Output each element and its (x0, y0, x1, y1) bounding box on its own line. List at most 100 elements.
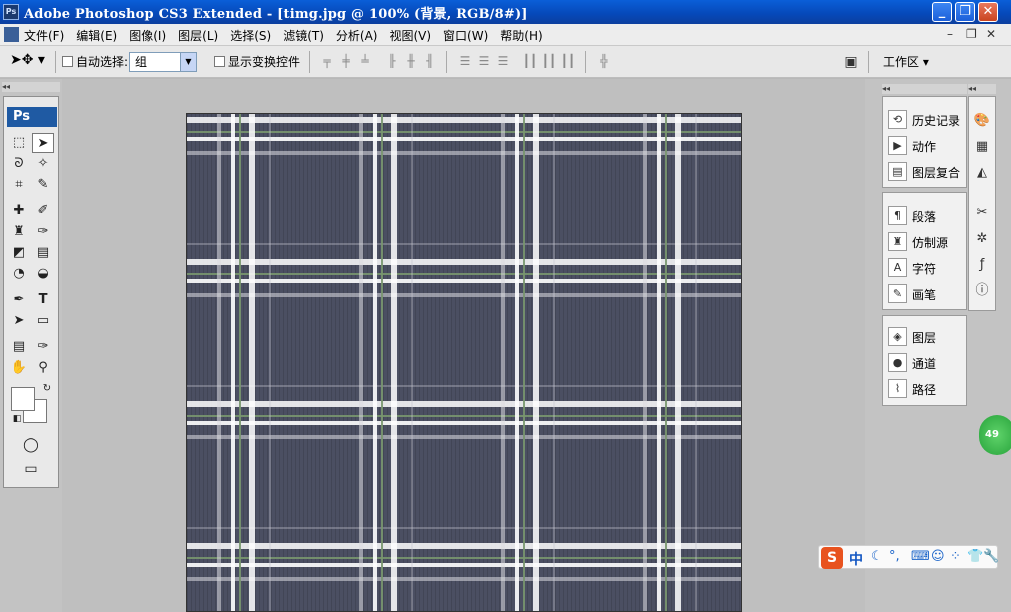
floating-badge[interactable]: 49 (979, 415, 1011, 455)
divider (446, 51, 447, 73)
menu-view[interactable]: 视图(V) (389, 27, 431, 44)
ime-mode-toggle[interactable]: 中 (849, 549, 863, 569)
shape-tool-icon[interactable]: ▭ (32, 311, 54, 331)
sogou-logo[interactable]: S (821, 547, 843, 569)
slice-tool-icon[interactable]: ✎ (32, 175, 54, 195)
collapse-iconpanel-icon[interactable]: ◂◂ (968, 84, 996, 94)
eyedropper-tool-icon[interactable]: ✑ (32, 337, 54, 357)
user-icon[interactable]: ☺ (931, 549, 945, 564)
clone-stamp-tool-icon[interactable]: ♜ (8, 222, 30, 242)
default-colors-icon[interactable]: ◧ (6, 409, 28, 429)
minimize-button[interactable]: _ (932, 2, 952, 22)
move-tool-preset-icon[interactable]: ➤✥ ▾ (10, 52, 50, 72)
app-icon: Ps (3, 4, 19, 20)
marquee-tool-icon[interactable]: ⬚ (8, 133, 30, 153)
distribute-bottom-icon[interactable]: ☰ (494, 54, 512, 70)
zoom-tool-icon[interactable]: ⚲ (32, 358, 54, 378)
collapse-panels-icon[interactable]: ◂◂ (882, 84, 967, 94)
doc-close-icon[interactable]: ✕ (986, 27, 996, 41)
align-vcenter-icon[interactable]: ╪ (337, 54, 355, 70)
auto-align-layers-icon[interactable]: ╬ (595, 54, 613, 70)
menu-image[interactable]: 图像(I) (129, 27, 166, 44)
styles-icon[interactable]: ◭ (972, 163, 992, 183)
brushes-icon: ✎ (888, 284, 907, 303)
document-icon[interactable] (4, 27, 19, 42)
foreground-color-swatch[interactable] (11, 387, 35, 411)
healing-brush-tool-icon[interactable]: ✚ (8, 201, 30, 221)
doc-restore-icon[interactable]: ❐ (966, 27, 977, 41)
lasso-tool-icon[interactable]: ᘐ (8, 154, 30, 174)
wrench-icon[interactable]: 🔧 (983, 549, 999, 564)
effects-icon[interactable]: ƒ (972, 255, 992, 275)
eraser-tool-icon[interactable]: ◩ (8, 243, 30, 263)
pen-tool-icon[interactable]: ✒ (8, 290, 30, 310)
workspace-menu[interactable]: 工作区 ▾ (883, 53, 929, 70)
panel-history[interactable]: ⟲ 历史记录 (886, 109, 966, 131)
skin-icon[interactable]: 👕 (967, 549, 983, 564)
panel-paths[interactable]: ⌇ 路径 (886, 378, 966, 400)
distribute-vcenter-icon[interactable]: ☰ (475, 54, 493, 70)
navigator-icon[interactable]: ✲ (972, 229, 992, 249)
info-icon[interactable]: ⓘ (972, 281, 992, 301)
collapsed-panel-icons: 🎨 ▦ ◭ ✂ ✲ ƒ ⓘ (968, 96, 996, 311)
panel-character[interactable]: A 字符 (886, 257, 966, 279)
crop-tool-icon[interactable]: ⌗ (8, 175, 30, 195)
screen-mode-icon[interactable]: ▭ (20, 459, 42, 479)
align-bottom-icon[interactable]: ╧ (356, 54, 374, 70)
gradient-tool-icon[interactable]: ▤ (32, 243, 54, 263)
menu-analysis[interactable]: 分析(A) (336, 27, 378, 44)
panel-paragraph[interactable]: ¶ 段落 (886, 205, 966, 227)
path-selection-tool-icon[interactable]: ➤ (8, 311, 30, 331)
history-brush-tool-icon[interactable]: ✑ (32, 222, 54, 242)
channels-icon: ● (888, 353, 907, 372)
menu-file[interactable]: 文件(F) (24, 27, 64, 44)
panel-brushes[interactable]: ✎ 画笔 (886, 283, 966, 305)
distribute-top-icon[interactable]: ☰ (456, 54, 474, 70)
color-palette-icon[interactable]: 🎨 (972, 111, 992, 131)
panel-actions[interactable]: ▶ 动作 (886, 135, 966, 157)
auto-select-checkbox[interactable] (62, 56, 73, 67)
menu-edit[interactable]: 编辑(E) (76, 27, 117, 44)
panel-layers[interactable]: ◈ 图层 (886, 326, 966, 348)
menu-filter[interactable]: 滤镜(T) (283, 27, 324, 44)
distribute-right-icon[interactable]: ┃┃ (559, 54, 577, 70)
dodge-tool-icon[interactable]: ◒ (32, 264, 54, 284)
notes-tool-icon[interactable]: ▤ (8, 337, 30, 357)
ps-logo: Ps (7, 107, 57, 127)
menu-select[interactable]: 选择(S) (230, 27, 271, 44)
panel-layer-comps[interactable]: ▤ 图层复合 (886, 161, 966, 183)
bridge-icon[interactable]: ▣ (842, 54, 860, 70)
doc-minimize-icon[interactable]: – (947, 27, 953, 41)
align-right-icon[interactable]: ╢ (421, 54, 439, 70)
auto-select-dropdown[interactable]: 组 ▼ (129, 52, 197, 72)
panel-channels[interactable]: ● 通道 (886, 352, 966, 374)
blur-tool-icon[interactable]: ◔ (8, 264, 30, 284)
magic-wand-tool-icon[interactable]: ✧ (32, 154, 54, 174)
punctuation-icon[interactable]: °, (889, 549, 900, 564)
moon-icon[interactable]: ☾ (871, 549, 883, 564)
collapse-dock-icon[interactable]: ◂◂ (2, 82, 60, 92)
hand-tool-icon[interactable]: ✋ (8, 358, 30, 378)
quick-mask-icon[interactable]: ◯ (20, 435, 42, 455)
swap-colors-icon[interactable]: ↻ (36, 379, 58, 399)
tool-presets-icon[interactable]: ✂ (972, 203, 992, 223)
align-hcenter-icon[interactable]: ╫ (402, 54, 420, 70)
panel-clone-source[interactable]: ♜ 仿制源 (886, 231, 966, 253)
brush-tool-icon[interactable]: ✐ (32, 201, 54, 221)
distribute-left-icon[interactable]: ┃┃ (521, 54, 539, 70)
distribute-hcenter-icon[interactable]: ┃┃ (540, 54, 558, 70)
align-left-icon[interactable]: ╟ (383, 54, 401, 70)
menu-layer[interactable]: 图层(L) (178, 27, 218, 44)
menu-help[interactable]: 帮助(H) (500, 27, 542, 44)
menu-window[interactable]: 窗口(W) (443, 27, 488, 44)
keyboard-icon[interactable]: ⌨ (911, 549, 930, 564)
type-tool-icon[interactable]: T (32, 290, 54, 310)
align-top-icon[interactable]: ╤ (318, 54, 336, 70)
move-tool-icon[interactable]: ➤ (32, 133, 54, 153)
maximize-button[interactable]: ❐ (955, 2, 975, 22)
swatches-icon[interactable]: ▦ (972, 137, 992, 157)
close-button[interactable]: ✕ (978, 2, 998, 22)
plaid-image-canvas[interactable] (186, 113, 742, 612)
grid-icon[interactable]: ⁘ (950, 549, 961, 564)
show-transform-checkbox[interactable] (214, 56, 225, 67)
